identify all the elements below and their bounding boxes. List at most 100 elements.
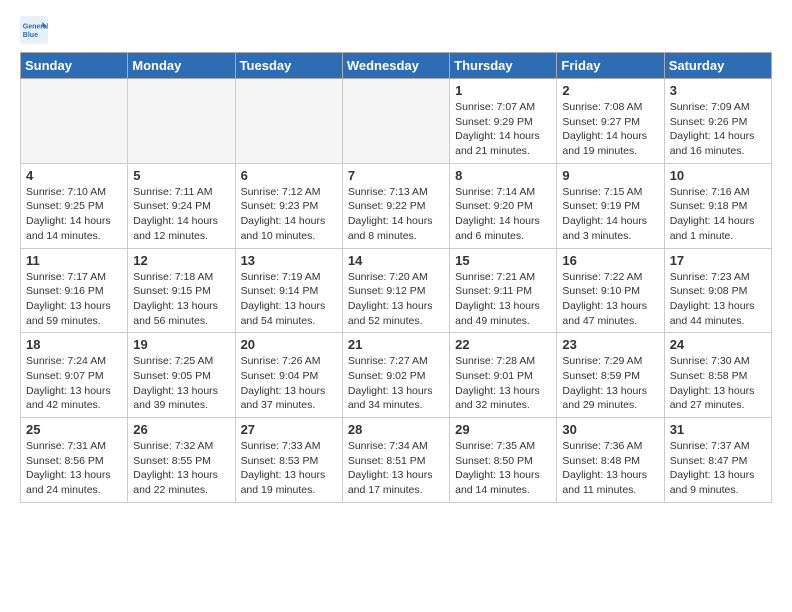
day-cell-24: 24Sunrise: 7:30 AM Sunset: 8:58 PM Dayli… <box>664 333 771 418</box>
day-cell-1: 1 Sunrise: 7:07 AM Sunset: 9:29 PM Daylig… <box>450 79 557 164</box>
day-info: Sunrise: 7:18 AM Sunset: 9:15 PM Dayligh… <box>133 270 229 329</box>
day-info: Sunrise: 7:10 AM Sunset: 9:25 PM Dayligh… <box>26 185 122 244</box>
day-number: 18 <box>26 337 122 352</box>
day-info: Sunrise: 7:26 AM Sunset: 9:04 PM Dayligh… <box>241 354 337 413</box>
day-number: 10 <box>670 168 766 183</box>
day-cell-21: 21Sunrise: 7:27 AM Sunset: 9:02 PM Dayli… <box>342 333 449 418</box>
day-number: 19 <box>133 337 229 352</box>
weekday-tuesday: Tuesday <box>235 53 342 79</box>
day-cell-3: 3 Sunrise: 7:09 AM Sunset: 9:26 PM Daylig… <box>664 79 771 164</box>
day-cell-5: 5 Sunrise: 7:11 AM Sunset: 9:24 PM Daylig… <box>128 163 235 248</box>
day-number: 16 <box>562 253 658 268</box>
day-cell-31: 31 Sunrise: 7:37 AM Sunset: 8:47 PM Dayli… <box>664 418 771 503</box>
day-cell-13: 13 Sunrise: 7:19 AM Sunset: 9:14 PM Dayli… <box>235 248 342 333</box>
day-info: Sunrise: 7:14 AM Sunset: 9:20 PM Dayligh… <box>455 185 551 244</box>
header: General Blue <box>20 16 772 44</box>
weekday-saturday: Saturday <box>664 53 771 79</box>
calendar-table: SundayMondayTuesdayWednesdayThursdayFrid… <box>20 52 772 503</box>
day-cell-7: 7Sunrise: 7:13 AM Sunset: 9:22 PM Daylig… <box>342 163 449 248</box>
day-number: 22 <box>455 337 551 352</box>
day-info: Sunrise: 7:22 AM Sunset: 9:10 PM Dayligh… <box>562 270 658 329</box>
day-info: Sunrise: 7:20 AM Sunset: 9:12 PM Dayligh… <box>348 270 444 329</box>
day-number: 17 <box>670 253 766 268</box>
day-cell-4: 4 Sunrise: 7:10 AM Sunset: 9:25 PM Daylig… <box>21 163 128 248</box>
day-info: Sunrise: 7:25 AM Sunset: 9:05 PM Dayligh… <box>133 354 229 413</box>
day-number: 20 <box>241 337 337 352</box>
day-number: 5 <box>133 168 229 183</box>
day-info: Sunrise: 7:11 AM Sunset: 9:24 PM Dayligh… <box>133 185 229 244</box>
day-info: Sunrise: 7:19 AM Sunset: 9:14 PM Dayligh… <box>241 270 337 329</box>
day-number: 1 <box>455 83 551 98</box>
day-cell-16: 16 Sunrise: 7:22 AM Sunset: 9:10 PM Dayli… <box>557 248 664 333</box>
day-info: Sunrise: 7:37 AM Sunset: 8:47 PM Dayligh… <box>670 439 766 498</box>
weekday-monday: Monday <box>128 53 235 79</box>
day-info: Sunrise: 7:24 AM Sunset: 9:07 PM Dayligh… <box>26 354 122 413</box>
week-row-5: 25Sunrise: 7:31 AM Sunset: 8:56 PM Dayli… <box>21 418 772 503</box>
day-info: Sunrise: 7:32 AM Sunset: 8:55 PM Dayligh… <box>133 439 229 498</box>
day-cell-29: 29Sunrise: 7:35 AM Sunset: 8:50 PM Dayli… <box>450 418 557 503</box>
day-number: 15 <box>455 253 551 268</box>
day-info: Sunrise: 7:23 AM Sunset: 9:08 PM Dayligh… <box>670 270 766 329</box>
day-number: 7 <box>348 168 444 183</box>
day-number: 12 <box>133 253 229 268</box>
day-cell-15: 15Sunrise: 7:21 AM Sunset: 9:11 PM Dayli… <box>450 248 557 333</box>
page-container: General Blue SundayMondayTuesdayWednesda… <box>0 0 792 519</box>
logo-icon: General Blue <box>20 16 48 44</box>
day-cell-25: 25Sunrise: 7:31 AM Sunset: 8:56 PM Dayli… <box>21 418 128 503</box>
day-info: Sunrise: 7:36 AM Sunset: 8:48 PM Dayligh… <box>562 439 658 498</box>
day-number: 13 <box>241 253 337 268</box>
day-info: Sunrise: 7:09 AM Sunset: 9:26 PM Dayligh… <box>670 100 766 159</box>
day-number: 30 <box>562 422 658 437</box>
week-row-1: 1 Sunrise: 7:07 AM Sunset: 9:29 PM Daylig… <box>21 79 772 164</box>
day-info: Sunrise: 7:28 AM Sunset: 9:01 PM Dayligh… <box>455 354 551 413</box>
day-number: 29 <box>455 422 551 437</box>
day-info: Sunrise: 7:34 AM Sunset: 8:51 PM Dayligh… <box>348 439 444 498</box>
day-number: 14 <box>348 253 444 268</box>
day-cell-19: 19 Sunrise: 7:25 AM Sunset: 9:05 PM Dayli… <box>128 333 235 418</box>
day-cell-9: 9 Sunrise: 7:15 AM Sunset: 9:19 PM Daylig… <box>557 163 664 248</box>
day-number: 31 <box>670 422 766 437</box>
day-cell-10: 10 Sunrise: 7:16 AM Sunset: 9:18 PM Dayli… <box>664 163 771 248</box>
weekday-wednesday: Wednesday <box>342 53 449 79</box>
logo: General Blue <box>20 16 52 44</box>
day-cell-23: 23Sunrise: 7:29 AM Sunset: 8:59 PM Dayli… <box>557 333 664 418</box>
weekday-thursday: Thursday <box>450 53 557 79</box>
day-number: 2 <box>562 83 658 98</box>
weekday-sunday: Sunday <box>21 53 128 79</box>
day-cell-28: 28 Sunrise: 7:34 AM Sunset: 8:51 PM Dayli… <box>342 418 449 503</box>
day-number: 4 <box>26 168 122 183</box>
day-info: Sunrise: 7:16 AM Sunset: 9:18 PM Dayligh… <box>670 185 766 244</box>
day-cell-26: 26 Sunrise: 7:32 AM Sunset: 8:55 PM Dayli… <box>128 418 235 503</box>
day-number: 6 <box>241 168 337 183</box>
day-cell-12: 12 Sunrise: 7:18 AM Sunset: 9:15 PM Dayli… <box>128 248 235 333</box>
day-cell-20: 20 Sunrise: 7:26 AM Sunset: 9:04 PM Dayli… <box>235 333 342 418</box>
empty-cell <box>235 79 342 164</box>
day-number: 26 <box>133 422 229 437</box>
day-info: Sunrise: 7:27 AM Sunset: 9:02 PM Dayligh… <box>348 354 444 413</box>
day-number: 28 <box>348 422 444 437</box>
day-cell-30: 30 Sunrise: 7:36 AM Sunset: 8:48 PM Dayli… <box>557 418 664 503</box>
empty-cell <box>21 79 128 164</box>
day-cell-11: 11Sunrise: 7:17 AM Sunset: 9:16 PM Dayli… <box>21 248 128 333</box>
weekday-friday: Friday <box>557 53 664 79</box>
day-number: 8 <box>455 168 551 183</box>
day-cell-17: 17 Sunrise: 7:23 AM Sunset: 9:08 PM Dayli… <box>664 248 771 333</box>
day-cell-6: 6Sunrise: 7:12 AM Sunset: 9:23 PM Daylig… <box>235 163 342 248</box>
day-info: Sunrise: 7:08 AM Sunset: 9:27 PM Dayligh… <box>562 100 658 159</box>
day-info: Sunrise: 7:17 AM Sunset: 9:16 PM Dayligh… <box>26 270 122 329</box>
week-row-2: 4 Sunrise: 7:10 AM Sunset: 9:25 PM Daylig… <box>21 163 772 248</box>
day-info: Sunrise: 7:31 AM Sunset: 8:56 PM Dayligh… <box>26 439 122 498</box>
day-number: 3 <box>670 83 766 98</box>
empty-cell <box>128 79 235 164</box>
day-info: Sunrise: 7:07 AM Sunset: 9:29 PM Dayligh… <box>455 100 551 159</box>
day-number: 27 <box>241 422 337 437</box>
svg-text:Blue: Blue <box>23 32 38 39</box>
day-cell-8: 8 Sunrise: 7:14 AM Sunset: 9:20 PM Daylig… <box>450 163 557 248</box>
day-cell-2: 2 Sunrise: 7:08 AM Sunset: 9:27 PM Daylig… <box>557 79 664 164</box>
day-cell-14: 14 Sunrise: 7:20 AM Sunset: 9:12 PM Dayli… <box>342 248 449 333</box>
day-cell-27: 27Sunrise: 7:33 AM Sunset: 8:53 PM Dayli… <box>235 418 342 503</box>
day-cell-22: 22 Sunrise: 7:28 AM Sunset: 9:01 PM Dayli… <box>450 333 557 418</box>
day-info: Sunrise: 7:15 AM Sunset: 9:19 PM Dayligh… <box>562 185 658 244</box>
day-number: 9 <box>562 168 658 183</box>
day-info: Sunrise: 7:30 AM Sunset: 8:58 PM Dayligh… <box>670 354 766 413</box>
